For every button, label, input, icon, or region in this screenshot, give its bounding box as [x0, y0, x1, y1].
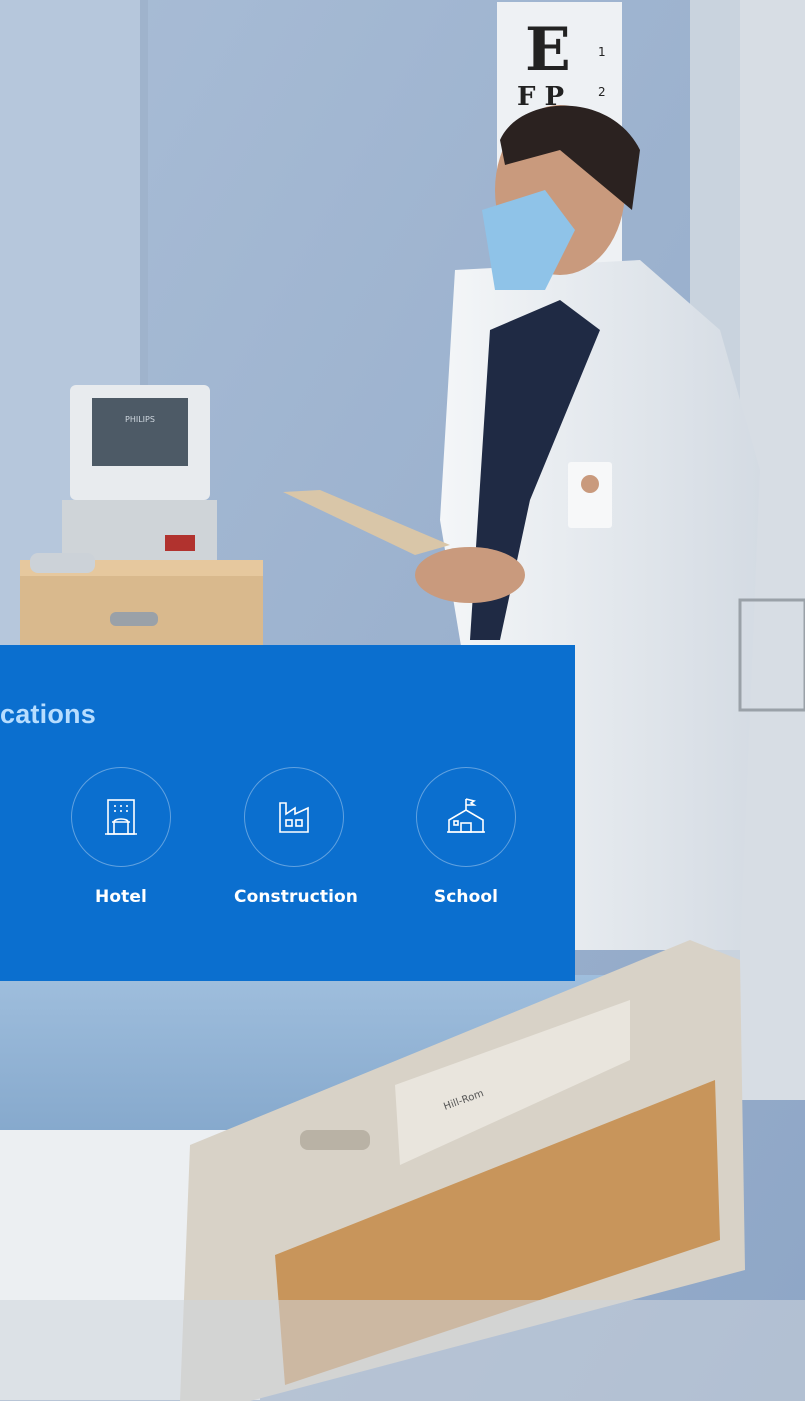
- svg-text:2: 2: [598, 85, 606, 99]
- applications-title: cations: [0, 699, 96, 729]
- application-construction[interactable]: Construction: [234, 767, 359, 907]
- application-hotel[interactable]: Hotel: [61, 767, 181, 907]
- application-school[interactable]: School: [406, 767, 526, 907]
- application-label: Construction: [234, 887, 359, 907]
- school-icon-circle: [416, 767, 516, 867]
- application-label: Hotel: [95, 887, 147, 907]
- applications-panel: cations Hotel Construction School: [0, 645, 575, 981]
- factory-icon: [279, 802, 309, 833]
- svg-text:1: 1: [598, 45, 606, 59]
- hotel-icon-circle: [71, 767, 171, 867]
- factory-icon-circle: [244, 767, 344, 867]
- svg-text:PHILIPS: PHILIPS: [125, 415, 155, 424]
- hotel-icon: [105, 799, 137, 835]
- application-label: School: [433, 887, 499, 907]
- school-icon: [447, 798, 485, 833]
- eye-chart-letter: E: [525, 15, 571, 85]
